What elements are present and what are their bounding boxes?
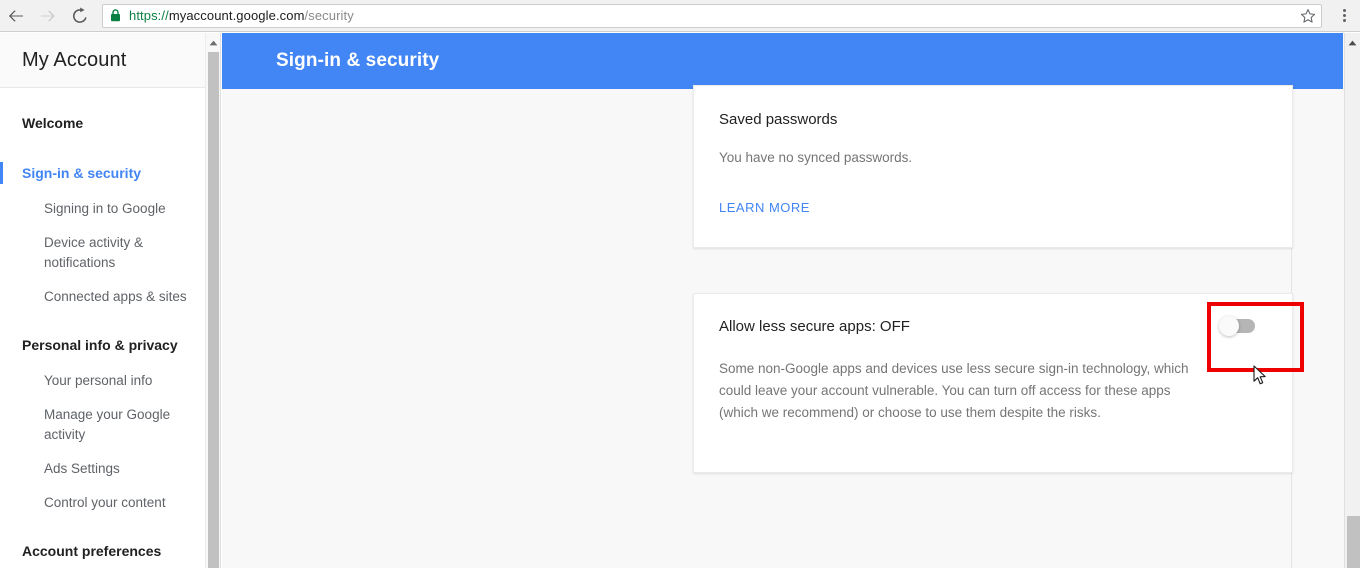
sidebar-scrollbar-thumb[interactable] — [208, 52, 219, 568]
content-body: Saved passwords You have no synced passw… — [222, 85, 1304, 568]
reload-icon — [73, 7, 87, 23]
sidebar-item-control-your-content[interactable]: Control your content — [0, 486, 220, 520]
page-title: Sign-in & security — [276, 50, 440, 71]
browser-toolbar: https://myaccount.google.com/security — [0, 0, 1360, 32]
back-button[interactable] — [0, 0, 32, 32]
arrow-cursor-icon — [1253, 365, 1266, 385]
back-arrow-icon — [8, 9, 23, 22]
menu-dot-icon — [1342, 14, 1346, 17]
address-bar[interactable]: https://myaccount.google.com/security — [102, 3, 1322, 28]
sidebar-item-your-personal-info[interactable]: Your personal info — [0, 364, 220, 398]
url-path: /security — [304, 7, 354, 23]
caret-up-icon[interactable] — [1345, 35, 1360, 51]
sidebar-item-signing-in-to-google[interactable]: Signing in to Google — [0, 192, 220, 226]
url-text: https://myaccount.google.com/security — [129, 8, 354, 24]
sidebar-item-ads-settings[interactable]: Ads Settings — [0, 452, 220, 486]
saved-passwords-title: Saved passwords — [719, 111, 838, 128]
menu-dot-icon — [1342, 9, 1346, 12]
sidebar-item-personal-info-privacy[interactable]: Personal info & privacy — [0, 326, 220, 364]
toggle-knob[interactable] — [1219, 316, 1239, 336]
url-host: myaccount.google.com — [168, 7, 305, 23]
less-secure-apps-title: Allow less secure apps: OFF — [719, 318, 910, 335]
page-header-bar: Sign-in & security — [222, 33, 1343, 89]
sidebar-item-welcome[interactable]: Welcome — [0, 104, 220, 142]
sidebar-item-manage-google-activity[interactable]: Manage your Google activity — [0, 398, 220, 452]
sidebar-item-sign-in-security[interactable]: Sign-in & security — [0, 154, 220, 192]
sidebar-nav: Welcome Sign-in & security Signing in to… — [0, 88, 220, 568]
less-secure-apps-description: Some non-Google apps and devices use les… — [719, 361, 1189, 420]
sidebar-item-connected-apps[interactable]: Connected apps & sites — [0, 280, 220, 314]
sidebar: My Account Welcome Sign-in & security Si… — [0, 33, 221, 568]
menu-dot-icon — [1342, 19, 1346, 22]
main-content: Sign-in & security Saved passwords You h… — [222, 33, 1344, 568]
reload-button[interactable] — [64, 0, 96, 32]
lock-icon — [109, 8, 122, 24]
chrome-menu-button[interactable] — [1330, 0, 1358, 32]
saved-passwords-card: Saved passwords You have no synced passw… — [693, 85, 1293, 248]
saved-passwords-body: You have no synced passwords. — [719, 150, 913, 165]
bookmark-star-icon[interactable] — [1297, 6, 1319, 26]
mouse-cursor — [1253, 365, 1267, 386]
caret-up-icon[interactable] — [206, 35, 220, 51]
sidebar-title: My Account — [22, 48, 127, 71]
sidebar-scrollbar[interactable] — [205, 33, 220, 568]
less-secure-apps-card: Allow less secure apps: OFF Some non-Goo… — [693, 293, 1293, 473]
forward-button[interactable] — [32, 0, 64, 32]
learn-more-link[interactable]: LEARN MORE — [719, 200, 810, 215]
less-secure-apps-toggle[interactable] — [1219, 316, 1255, 336]
sidebar-header: My Account — [0, 33, 220, 88]
sidebar-item-device-activity[interactable]: Device activity & notifications — [0, 226, 220, 280]
url-scheme: https:// — [129, 7, 169, 23]
page-scrollbar-thumb[interactable] — [1347, 516, 1360, 568]
page-scrollbar[interactable] — [1344, 33, 1360, 568]
sidebar-item-account-preferences[interactable]: Account preferences — [0, 532, 220, 568]
page-viewport: My Account Welcome Sign-in & security Si… — [0, 33, 1360, 568]
forward-arrow-icon — [41, 10, 55, 21]
